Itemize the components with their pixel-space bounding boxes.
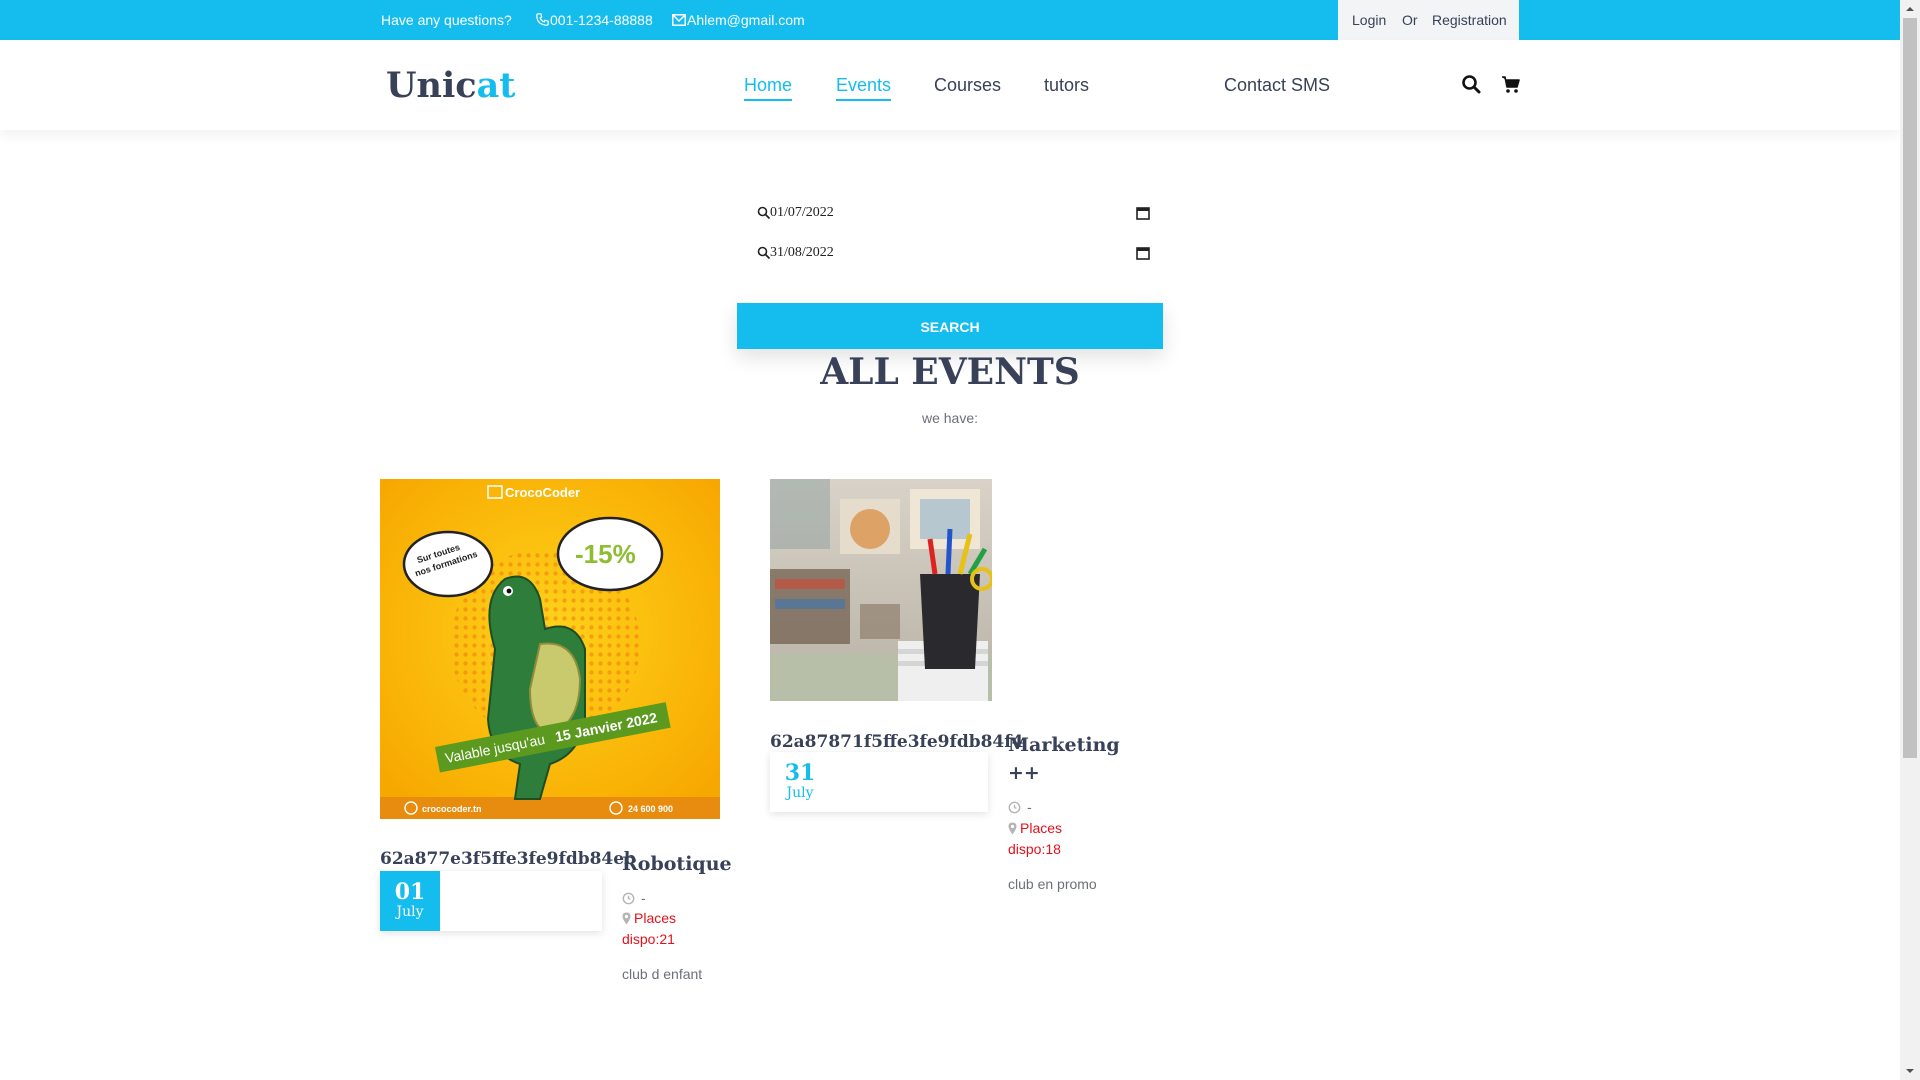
- login-link[interactable]: Login: [1352, 12, 1386, 28]
- nav-contact-sms[interactable]: Contact SMS: [1224, 75, 1330, 95]
- event-month: July: [396, 904, 424, 920]
- event-id: 62a877e3f5ffe3fe9fdb84eb: [380, 849, 636, 869]
- calendar-icon[interactable]: [1136, 246, 1150, 260]
- event-places-label: Places: [634, 910, 677, 926]
- search-icon: [757, 246, 771, 260]
- envelope-icon: [672, 14, 686, 26]
- search-icon[interactable]: [1461, 74, 1483, 96]
- cart-icon[interactable]: [1501, 74, 1523, 96]
- section-subtitle: we have:: [921, 410, 979, 426]
- event-title[interactable]: Marketing ++: [1008, 731, 1128, 787]
- crococoder-poster: CrocoCoder Sur toutes nos formations -15…: [380, 479, 720, 819]
- event-image-robotique[interactable]: CrocoCoder Sur toutes nos formations -15…: [380, 479, 720, 819]
- scroll-up-arrow-icon[interactable]: [1904, 3, 1916, 15]
- classroom-photo: [770, 479, 992, 701]
- date-to-input[interactable]: 31/08/2022: [756, 240, 1164, 266]
- logo-main: Unic: [386, 65, 477, 106]
- event-description: club d enfant: [622, 966, 703, 982]
- section-title: ALL EVENTS: [820, 351, 1080, 393]
- nav-events[interactable]: Events: [836, 75, 892, 101]
- scrollbar-thumb[interactable]: [1903, 18, 1917, 758]
- clock-icon: [1008, 801, 1021, 814]
- search-icon: [757, 206, 771, 220]
- event-id: 62a87871f5ffe3fe9fdb84f4: [770, 732, 1024, 752]
- or-text: Or: [1402, 12, 1418, 28]
- scroll-down-arrow-icon[interactable]: [1904, 1065, 1916, 1077]
- clock-icon: [622, 892, 635, 905]
- logo-accent: at: [476, 65, 516, 106]
- nav-courses[interactable]: Courses: [934, 75, 1001, 95]
- poster-brand: CrocoCoder: [505, 485, 580, 500]
- event-date-box: 31 July: [770, 752, 988, 812]
- logo[interactable]: Unicat: [386, 65, 515, 107]
- event-date-badge: 01 July: [380, 871, 440, 931]
- event-places-count: dispo:21: [622, 931, 675, 947]
- poster-site: crococoder.tn: [422, 804, 482, 814]
- date-from-input[interactable]: 01/07/2022: [756, 200, 1164, 226]
- location-pin-icon: [1008, 822, 1017, 835]
- email-address[interactable]: Ahlem@gmail.com: [687, 12, 805, 28]
- event-date-badge: 31 July: [770, 752, 830, 812]
- location-pin-icon: [622, 912, 631, 925]
- questions-text: Have any questions?: [381, 12, 512, 28]
- auth-links: Login Or Registration: [1338, 0, 1519, 40]
- phone-number[interactable]: 001-1234-88888: [550, 12, 653, 28]
- event-month: July: [786, 785, 814, 801]
- event-day: 01: [394, 879, 426, 905]
- event-description: club en promo: [1008, 876, 1097, 892]
- search-button[interactable]: SEARCH: [737, 303, 1163, 349]
- event-image-marketing[interactable]: [770, 479, 992, 701]
- event-date-box: 01 July: [380, 871, 602, 931]
- event-places-label: Places: [1020, 820, 1063, 836]
- phone-icon: [536, 13, 549, 26]
- poster-phone: 24 600 900: [628, 804, 673, 814]
- registration-link[interactable]: Registration: [1432, 12, 1507, 28]
- event-title[interactable]: Robotique: [622, 850, 732, 878]
- date-to-value: 31/08/2022: [770, 245, 834, 260]
- nav-home[interactable]: Home: [744, 75, 793, 101]
- calendar-icon[interactable]: [1136, 206, 1150, 220]
- event-time: -: [1027, 799, 1032, 815]
- event-time: -: [641, 890, 646, 906]
- poster-discount: -15%: [575, 539, 636, 569]
- event-places-count: dispo:18: [1008, 841, 1061, 857]
- date-from-value: 01/07/2022: [770, 205, 834, 220]
- nav-tutors[interactable]: tutors: [1044, 75, 1089, 95]
- event-day: 31: [784, 760, 816, 786]
- top-bar: [0, 0, 1900, 40]
